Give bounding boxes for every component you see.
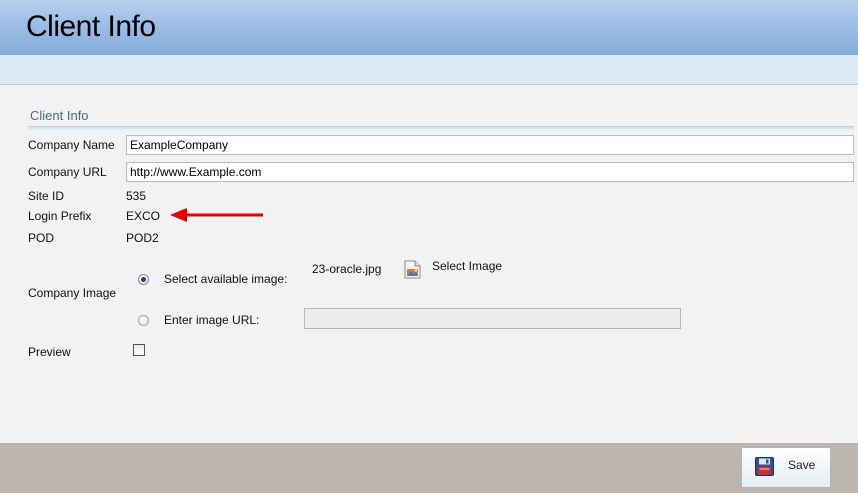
section-divider <box>28 126 854 131</box>
page-header: Client Info <box>0 0 858 55</box>
section-title: Client Info <box>30 108 89 123</box>
login-prefix-label: Login Prefix <box>28 209 92 223</box>
company-name-input[interactable] <box>126 135 854 155</box>
select-available-image-label: Select available image: <box>164 272 288 286</box>
company-name-label: Company Name <box>28 138 115 152</box>
save-label: Save <box>788 458 816 472</box>
select-available-image-radio[interactable] <box>138 274 149 285</box>
preview-checkbox[interactable] <box>133 344 145 356</box>
site-id-label: Site ID <box>28 189 65 203</box>
enter-image-url-label: Enter image URL: <box>164 313 260 327</box>
image-url-input[interactable] <box>304 308 681 329</box>
company-url-label: Company URL <box>28 165 107 179</box>
pod-label: POD <box>28 231 55 245</box>
image-file-icon[interactable] <box>404 260 421 279</box>
company-image-label: Company Image <box>28 286 117 300</box>
page-title: Client Info <box>26 10 156 43</box>
red-arrow-icon <box>170 208 263 222</box>
login-prefix-value: EXCO <box>126 209 161 223</box>
site-id-value: 535 <box>126 189 147 203</box>
company-url-input[interactable] <box>126 162 854 182</box>
save-button[interactable]: Save <box>741 447 831 488</box>
pod-value: POD2 <box>126 231 159 245</box>
floppy-disk-icon <box>755 457 774 476</box>
toolbar-strip <box>0 55 858 85</box>
image-file-name: 23-oracle.jpg <box>312 262 382 276</box>
preview-label: Preview <box>28 345 71 359</box>
footer-bar <box>0 443 858 493</box>
enter-image-url-radio[interactable] <box>138 315 149 326</box>
select-image-link[interactable]: Select Image <box>432 259 502 273</box>
